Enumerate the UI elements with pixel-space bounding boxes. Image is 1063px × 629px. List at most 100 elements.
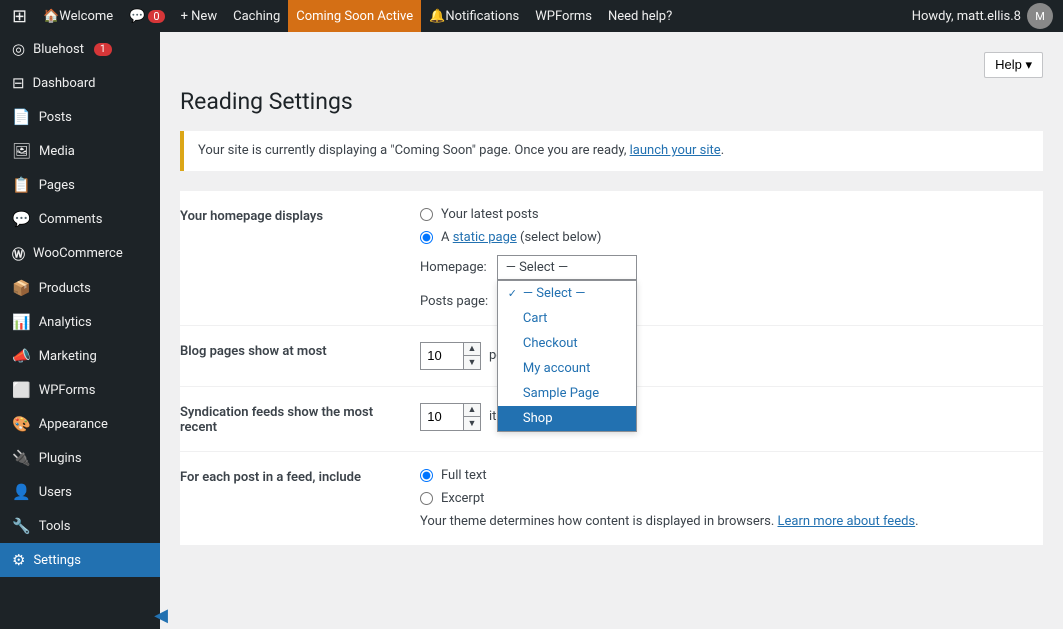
main-content: Help ▾ Reading Settings Your site is cur…: [160, 32, 1063, 629]
new-item[interactable]: + New: [173, 0, 226, 32]
learn-more-link[interactable]: Learn more about feeds: [778, 514, 916, 529]
welcome-label: Welcome: [59, 9, 113, 24]
comments-item[interactable]: 💬 0: [121, 0, 172, 32]
notifications-label: Notifications: [445, 9, 519, 24]
sidebar-item-pages[interactable]: 📋 Pages: [0, 168, 160, 202]
marketing-icon: 📣: [12, 347, 31, 365]
check-icon: ✓: [508, 287, 517, 300]
blog-pages-arrows: ▲ ▼: [463, 343, 480, 369]
sidebar-item-wpforms[interactable]: ⬜ WPForms: [0, 373, 160, 407]
wp-logo-icon: ⊞: [12, 6, 27, 27]
admin-bar-right: Howdy, matt.ellis.8 M: [912, 3, 1059, 29]
sidebar-item-appearance[interactable]: 🎨 Appearance: [0, 407, 160, 441]
caching-item[interactable]: Caching: [225, 0, 288, 32]
sidebar-item-bluehost[interactable]: ◎ Bluehost 1: [0, 32, 160, 66]
sidebar-label-comments: Comments: [39, 212, 103, 227]
feed-include-row: For each post in a feed, include Full te…: [180, 452, 1043, 545]
syndication-feeds-arrows: ▲ ▼: [463, 404, 480, 430]
wp-logo-item[interactable]: ⊞: [4, 0, 35, 32]
excerpt-radio[interactable]: [420, 492, 433, 505]
blog-pages-label: Blog pages show at most: [180, 342, 400, 359]
dropdown-item-sample-page[interactable]: ✓ Sample Page: [498, 381, 636, 406]
homepage-dropdown-current: — Select —: [506, 260, 568, 275]
analytics-icon: 📊: [12, 313, 31, 331]
notifications-item[interactable]: 🔔 Notifications: [421, 0, 527, 32]
avatar[interactable]: M: [1027, 3, 1053, 29]
blog-pages-up[interactable]: ▲: [464, 343, 480, 356]
sidebar-item-woocommerce[interactable]: Ⓦ WooCommerce: [0, 236, 160, 271]
sidebar-item-settings[interactable]: ⚙ Settings: [0, 543, 160, 577]
tools-icon: 🔧: [12, 517, 31, 535]
sidebar-item-comments[interactable]: 💬 Comments: [0, 202, 160, 236]
sidebar-collapse-arrow[interactable]: ◀: [154, 605, 168, 626]
admin-bar: ⊞ 🏠 Welcome 💬 0 + New Caching Coming Soo…: [0, 0, 1063, 32]
theme-note: Your theme determines how content is dis…: [420, 514, 1043, 529]
static-page-radio[interactable]: [420, 231, 433, 244]
blog-pages-down[interactable]: ▼: [464, 356, 480, 369]
sidebar-item-products[interactable]: 📦 Products: [0, 271, 160, 305]
sidebar-label-analytics: Analytics: [39, 315, 92, 330]
sidebar-item-media[interactable]: 🖼 Media: [0, 134, 160, 168]
help-button[interactable]: Help ▾: [984, 52, 1043, 78]
products-icon: 📦: [12, 279, 31, 297]
coming-soon-notice: Your site is currently displaying a "Com…: [180, 131, 1043, 171]
sidebar-item-dashboard[interactable]: ⊟ Dashboard: [0, 66, 160, 100]
sidebar-item-plugins[interactable]: 🔌 Plugins: [0, 441, 160, 475]
latest-posts-label: Your latest posts: [441, 207, 539, 222]
wpforms-top-label: WPForms: [535, 9, 592, 24]
sidebar-item-analytics[interactable]: 📊 Analytics: [0, 305, 160, 339]
full-text-label: Full text: [441, 468, 487, 483]
comment-icon: 💬: [129, 9, 145, 24]
woocommerce-icon: Ⓦ: [12, 244, 25, 263]
dropdown-label-sample-page: Sample Page: [523, 386, 599, 401]
sidebar-label-settings: Settings: [33, 553, 80, 568]
dropdown-item-my-account[interactable]: ✓ My account: [498, 356, 636, 381]
blog-pages-input[interactable]: [421, 343, 463, 369]
appearance-icon: 🎨: [12, 415, 31, 433]
coming-soon-label: Coming Soon Active: [296, 9, 413, 24]
launch-site-link[interactable]: launch your site: [630, 143, 721, 158]
sidebar-label-pages: Pages: [39, 178, 75, 193]
homepage-dropdown-menu: ✓ — Select — ✓ Cart ✓ Ch: [497, 280, 637, 432]
wpforms-top-item[interactable]: WPForms: [527, 0, 600, 32]
syndication-feeds-input[interactable]: [421, 404, 463, 430]
wpforms-icon: ⬜: [12, 381, 31, 399]
full-text-radio[interactable]: [420, 469, 433, 482]
caching-label: Caching: [233, 9, 280, 24]
homepage-select-row: Homepage: — Select — ✓ — Select —: [420, 255, 637, 280]
feed-include-control: Full text Excerpt Your theme determines …: [420, 468, 1043, 529]
welcome-item[interactable]: 🏠 Welcome: [35, 0, 121, 32]
syndication-feeds-down[interactable]: ▼: [464, 417, 480, 430]
homepage-displays-control: Your latest posts A static page (select …: [420, 207, 1043, 309]
dropdown-label-cart: Cart: [523, 311, 548, 326]
sidebar-label-products: Products: [39, 281, 91, 296]
need-help-item[interactable]: Need help?: [600, 0, 680, 32]
sidebar-item-posts[interactable]: 📄 Posts: [0, 100, 160, 134]
sidebar-label-appearance: Appearance: [39, 417, 108, 432]
latest-posts-radio[interactable]: [420, 208, 433, 221]
sidebar-label-tools: Tools: [39, 519, 71, 534]
bluehost-icon: ◎: [12, 40, 25, 58]
radio-excerpt: Excerpt: [420, 491, 1043, 506]
users-icon: 👤: [12, 483, 31, 501]
sidebar-item-marketing[interactable]: 📣 Marketing: [0, 339, 160, 373]
dropdown-item-cart[interactable]: ✓ Cart: [498, 306, 636, 331]
static-page-link[interactable]: static page: [453, 230, 517, 245]
dropdown-item-shop[interactable]: ✓ Shop: [498, 406, 636, 431]
excerpt-label: Excerpt: [441, 491, 484, 506]
comment-count: 0: [148, 10, 164, 23]
sidebar-item-tools[interactable]: 🔧 Tools: [0, 509, 160, 543]
dropdown-item-checkout[interactable]: ✓ Checkout: [498, 331, 636, 356]
homepage-dropdown-trigger[interactable]: — Select —: [497, 255, 637, 280]
homepage-select-label: Homepage:: [420, 260, 487, 275]
dropdown-item-select[interactable]: ✓ — Select —: [498, 281, 636, 306]
sidebar-label-plugins: Plugins: [39, 451, 82, 466]
dropdown-label-shop: Shop: [523, 411, 553, 426]
radio-latest-posts: Your latest posts: [420, 207, 1043, 222]
syndication-feeds-up[interactable]: ▲: [464, 404, 480, 417]
homepage-displays-row: Your homepage displays Your latest posts…: [180, 191, 1043, 326]
need-help-label: Need help?: [608, 9, 672, 24]
dropdown-label-my-account: My account: [523, 361, 590, 376]
coming-soon-item[interactable]: Coming Soon Active: [288, 0, 421, 32]
sidebar-item-users[interactable]: 👤 Users: [0, 475, 160, 509]
